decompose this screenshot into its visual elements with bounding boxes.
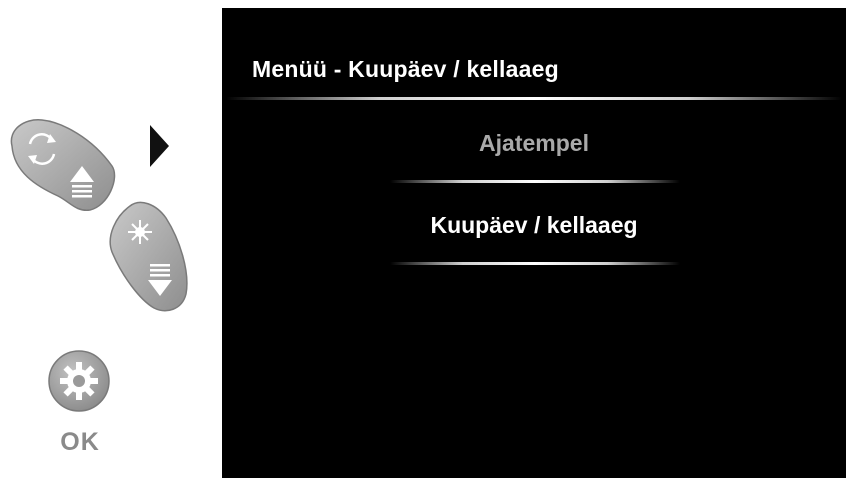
ok-button[interactable] <box>46 348 112 419</box>
menu-item-ajatempel[interactable]: Ajatempel <box>222 130 846 157</box>
down-button-graphic <box>109 201 188 312</box>
triangle-right-icon <box>150 125 169 167</box>
title-divider <box>226 97 842 100</box>
device-screen: Menüü - Kuupäev / kellaaeg Ajatempel Kuu… <box>222 8 846 478</box>
menu-item-kuupaev-kellaaeg[interactable]: Kuupäev / kellaaeg <box>222 212 846 239</box>
menu-divider <box>390 262 680 265</box>
ok-label: OK <box>60 428 100 456</box>
menu-title: Menüü - Kuupäev / kellaaeg <box>252 56 559 82</box>
down-button[interactable] <box>100 198 192 321</box>
menu-divider <box>390 180 680 183</box>
control-buttons-panel: OK <box>0 0 210 487</box>
gear-icon <box>48 350 110 412</box>
